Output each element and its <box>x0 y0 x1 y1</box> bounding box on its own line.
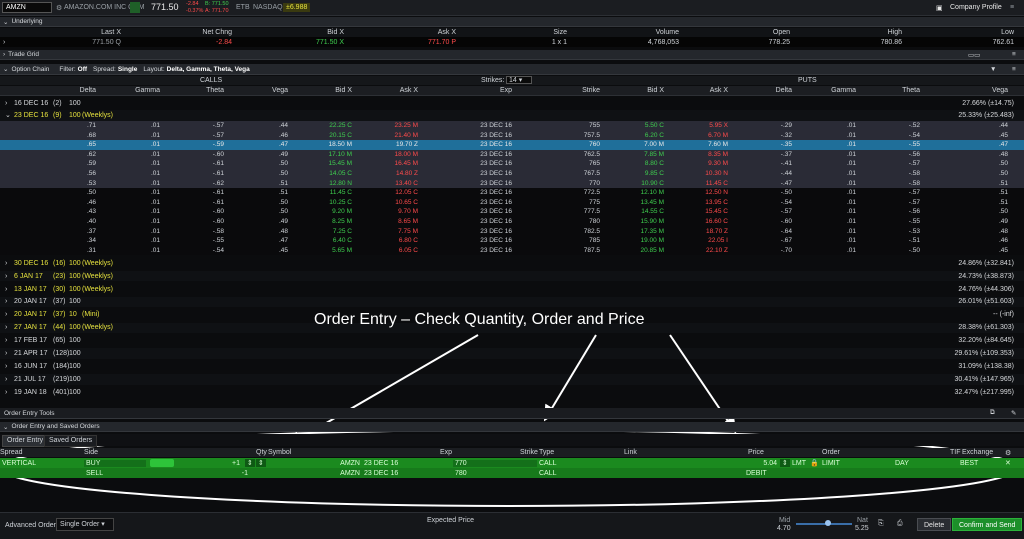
close-icon[interactable]: ✕ <box>1005 459 1011 467</box>
price-slider-thumb[interactable] <box>825 520 831 526</box>
hdr-side: Side <box>84 449 99 456</box>
debit-label: DEBIT <box>746 469 767 477</box>
qty-stepper-icon[interactable]: ⇕ <box>256 459 266 467</box>
order-entry-tools-title: Order Entry Tools <box>4 409 55 417</box>
hdr-tif: TIF <box>950 449 961 456</box>
tif-value[interactable]: DAY <box>895 460 909 467</box>
mid-label: Mid <box>779 517 791 524</box>
order-column-headers: Spread Side Qty Symbol Exp Strike Type L… <box>0 448 1024 457</box>
nat-label: Nat <box>857 517 868 524</box>
qty-value[interactable]: -1 <box>242 470 248 477</box>
price-value[interactable]: 5.04 <box>763 460 777 467</box>
order-footer: Advanced Order: Single Order ▾ Expected … <box>0 512 1024 539</box>
mid-value: 4.70 <box>777 525 791 532</box>
annotation-text: Order Entry – Check Quantity, Order and … <box>314 311 645 328</box>
popout-icon[interactable]: ⧉ <box>990 409 995 417</box>
order-type-value[interactable]: LIMIT <box>822 460 840 467</box>
spread-value[interactable]: VERTICAL <box>2 460 36 467</box>
order-tabs: Order Entry Saved Orders <box>0 434 1024 447</box>
expected-price-label: Expected Price <box>427 517 475 524</box>
order-leg-1[interactable]: VERTICAL BUY +1 ⇕ ⇕ AMZN 23 DEC 16 770 C… <box>0 458 1024 468</box>
tab-saved-orders[interactable]: Saved Orders <box>44 435 98 447</box>
hdr-price: Price <box>748 449 764 456</box>
order-entry-saved-header[interactable]: ⌄ Order Entry and Saved Orders <box>0 422 1024 432</box>
symbol-value: AMZN <box>340 469 360 477</box>
advanced-order-label: Advanced Order: <box>5 522 58 529</box>
advanced-order-select[interactable]: Single Order ▾ <box>56 518 114 531</box>
pin-icon[interactable]: ✎ <box>1011 409 1016 417</box>
confirm-and-send-button[interactable]: Confirm and Send <box>952 518 1023 531</box>
strike-value[interactable]: 770 <box>453 459 537 467</box>
annotation-arrow <box>543 334 597 422</box>
type-value[interactable]: CALL <box>539 470 557 477</box>
save-icon[interactable]: ⎙ <box>897 520 903 528</box>
nat-value: 5.25 <box>855 525 869 532</box>
strike-value[interactable]: 780 <box>453 470 537 477</box>
settings-icon[interactable]: ⚙ <box>1005 449 1011 457</box>
exp-value[interactable]: 23 DEC 16 <box>364 470 398 477</box>
hdr-strike: Strike <box>520 449 538 456</box>
copy-icon[interactable]: ⎘ <box>878 520 884 528</box>
order-entry-tools-header[interactable]: Order Entry Tools ⧉ ✎ <box>0 408 1024 419</box>
hdr-qty: Qty <box>256 449 267 456</box>
hdr-order: Order <box>822 449 840 456</box>
side-select[interactable]: BUY <box>84 459 146 467</box>
side-select[interactable]: SELL <box>84 470 146 477</box>
qty-slider[interactable] <box>150 459 174 467</box>
chevron-down-icon: ⌄ <box>3 423 9 431</box>
tab-order-entry[interactable]: Order Entry <box>2 435 49 447</box>
order-entry-saved-title: Order Entry and Saved Orders <box>11 423 100 430</box>
qty-value[interactable]: +1 <box>232 460 240 467</box>
hdr-exchange: Exchange <box>962 449 994 456</box>
lmt-label: LMT <box>792 459 806 467</box>
hdr-symbol: Symbol <box>268 449 292 456</box>
lock-icon[interactable]: 🔒 <box>810 459 819 467</box>
symbol-value: AMZN <box>340 459 360 467</box>
hdr-type: Type <box>539 449 555 456</box>
type-value[interactable]: CALL <box>539 460 557 467</box>
exp-value[interactable]: 23 DEC 16 <box>364 460 398 467</box>
hdr-exp: Exp <box>440 449 453 456</box>
price-slider-track[interactable] <box>796 523 852 525</box>
delete-button[interactable]: Delete <box>917 518 952 531</box>
exchange-value[interactable]: BEST <box>960 460 978 467</box>
qty-stepper-icon[interactable]: ⇕ <box>245 459 255 467</box>
advanced-order-value: Single Order <box>60 521 100 528</box>
hdr-spread: Spread <box>0 449 23 456</box>
price-stepper-icon[interactable]: ⇕ <box>780 459 790 467</box>
hdr-link: Link <box>624 449 637 456</box>
order-leg-2[interactable]: SELL -1 AMZN 23 DEC 16 780 CALL DEBIT <box>0 468 1024 478</box>
